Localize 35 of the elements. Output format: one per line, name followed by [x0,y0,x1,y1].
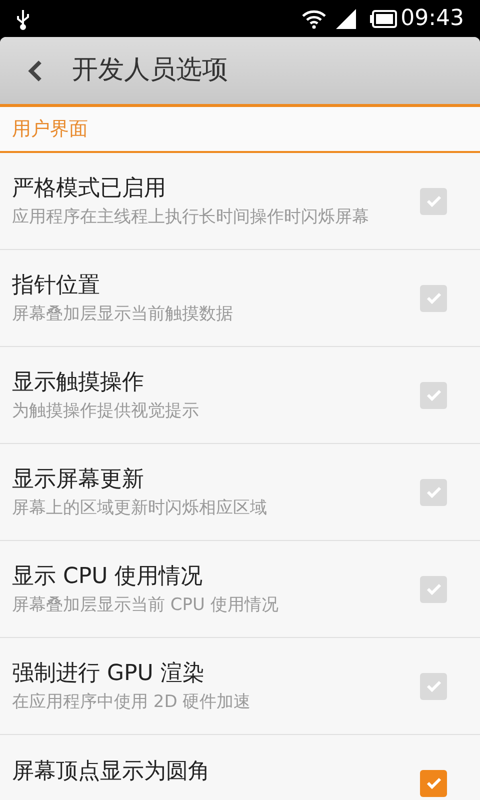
checkbox[interactable] [420,382,447,408]
check-icon [426,777,442,789]
page-title: 开发人员选项 [72,54,228,87]
setting-description: 在应用程序中使用 2D 硬件加速 [12,691,252,713]
setting-description: 屏幕叠加层显示当前 CPU 使用情况 [12,594,280,616]
check-icon [426,583,442,595]
setting-title: 显示屏幕更新 [12,466,145,494]
setting-title: 显示触摸操作 [12,369,145,397]
check-icon [426,680,442,692]
check-icon [426,195,442,207]
wifi-icon [300,8,327,28]
status-time: 09:43 [400,5,464,33]
setting-title: 严格模式已启用 [12,175,167,203]
checkbox[interactable] [420,672,447,700]
checkbox[interactable] [420,284,447,312]
setting-description: 屏幕叠加层显示当前触摸数据 [12,303,234,325]
checkbox[interactable] [420,576,447,602]
checkbox[interactable] [420,478,447,506]
check-icon [426,292,442,304]
section-header: 用户界面 [12,116,88,142]
check-icon [426,389,442,401]
setting-title: 强制进行 GPU 渲染 [12,660,206,688]
setting-description: 为触摸操作提供视觉提示 [12,400,200,422]
battery-icon [368,10,397,28]
setting-title: 指针位置 [12,272,101,300]
checkbox[interactable] [420,188,447,214]
setting-title: 屏幕顶点显示为圆角 [12,758,211,786]
back-icon[interactable] [28,60,42,82]
setting-title: 显示 CPU 使用情况 [12,563,204,591]
usb-icon [16,8,30,30]
checkbox[interactable] [420,770,447,796]
check-icon [426,486,442,498]
setting-description: 屏幕上的区域更新时闪烁相应区域 [12,497,268,519]
setting-description: 应用程序在主线程上执行长时间操作时闪烁屏幕 [12,206,370,228]
signal-icon [334,8,357,28]
